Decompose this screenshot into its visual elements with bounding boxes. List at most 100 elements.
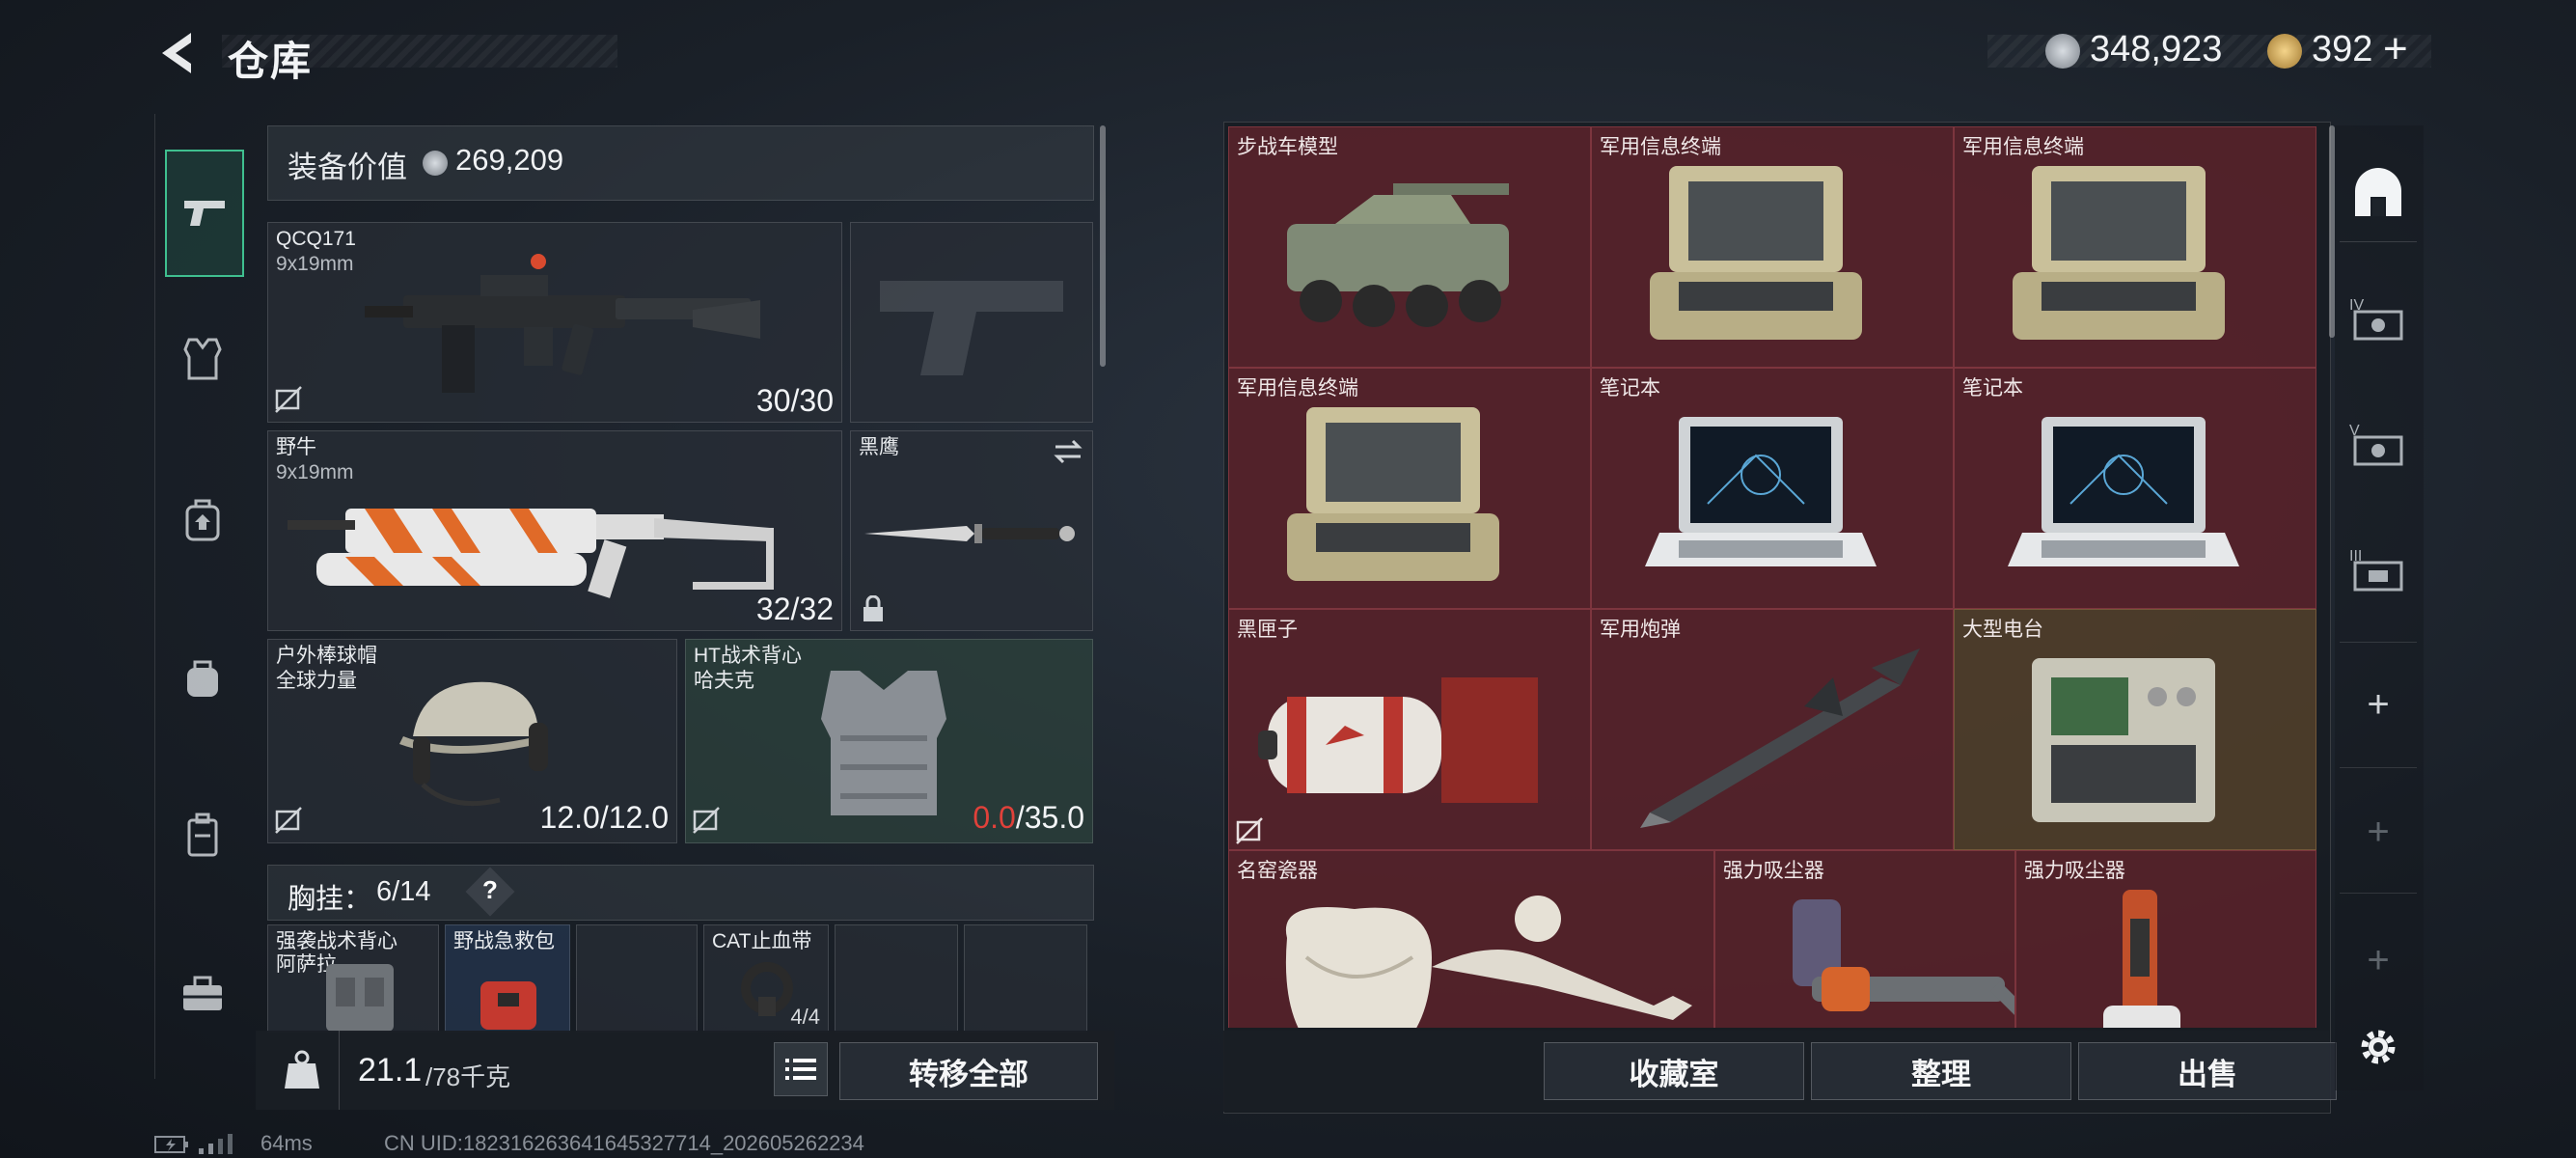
uid-readout: CN UID:1823162636416453277​14_2026052622… (384, 1131, 864, 1155)
back-button[interactable] (154, 27, 203, 79)
stash-tab-iii[interactable]: III (2340, 531, 2417, 608)
stash-item[interactable]: 强力吸尘器 (1713, 850, 2015, 1028)
stash-tab-iv[interactable]: IV (2340, 280, 2417, 357)
stash-item[interactable]: 军用信息终端 (1591, 126, 1954, 368)
ping-readout: 64ms (260, 1131, 313, 1155)
back-arrow-icon (162, 33, 191, 73)
secondary-weapon-slot[interactable]: 野牛 9x19mm 32/32 (267, 430, 842, 631)
loadout-scrollbar[interactable] (1100, 125, 1106, 367)
stash-item[interactable]: 笔记本 (1591, 368, 1954, 609)
equipment-value-bar: 装备价值 269,209 (267, 125, 1094, 201)
no-modification-icon (275, 807, 302, 834)
stash-item[interactable]: 名窑瓷器 (1228, 850, 1714, 1028)
sidebar-item-container[interactable] (154, 786, 251, 883)
stash-item-label: 军用炮弹 (1600, 619, 1681, 641)
swap-icon[interactable] (1052, 437, 1084, 466)
add-stash-tab-button[interactable]: + (2340, 666, 2417, 743)
equipment-value-label: 装备价值 (288, 151, 407, 184)
stash-item[interactable]: 军用炮弹 (1591, 609, 1954, 850)
stash-item[interactable]: 步战车模型 (1228, 126, 1591, 368)
battery-icon (154, 1136, 188, 1153)
coin-icon (423, 151, 448, 176)
weight-current: 21.1 (358, 1052, 423, 1089)
sidebar-item-backpack[interactable] (154, 471, 251, 567)
armor-brand: 哈夫克 (694, 670, 754, 692)
sidebar-item-firearms[interactable] (165, 150, 244, 277)
stash-tab-v[interactable]: V (2340, 405, 2417, 482)
missile-item-image (1611, 639, 1939, 832)
melee-slot[interactable]: 黑鹰 (850, 430, 1093, 631)
stash-item[interactable]: 大型电台 (1954, 609, 2316, 850)
stash-item[interactable]: 强力吸尘器 (2014, 850, 2316, 1028)
helmet-name: 户外棒球帽 (276, 645, 377, 667)
collection-room-button[interactable]: 收藏室 (1544, 1042, 1804, 1100)
armor-slot[interactable]: HT战术背心 哈夫克 0.0/35.0 (685, 639, 1093, 843)
currency-premium: 392 (2312, 29, 2373, 69)
stash-item[interactable]: 笔记本 (1954, 368, 2316, 609)
sort-button[interactable]: 整理 (1811, 1042, 2071, 1100)
lock-icon (863, 595, 883, 621)
smg-weapon-image (365, 254, 760, 393)
armor-name: HT战术背心 (694, 645, 802, 667)
transfer-all-button[interactable]: 转移全部 (839, 1042, 1098, 1100)
tier-iv-case-icon: IV (2349, 297, 2403, 341)
knife-image (864, 524, 1075, 543)
helmet-slot[interactable]: 户外棒球帽 全球力量 12.0/12.0 (267, 639, 677, 843)
weight-icon (285, 1050, 319, 1089)
rig-slot[interactable]: 野战急救包 (445, 924, 570, 1033)
stash-tab-main[interactable] (2340, 154, 2417, 232)
list-view-button[interactable] (774, 1042, 828, 1096)
add-currency-button[interactable]: + (2383, 25, 2408, 73)
stash-item-label: 强力吸尘器 (2023, 860, 2125, 882)
help-button[interactable]: ? (482, 875, 498, 905)
rig-slot[interactable]: CAT止血带 4/4 (703, 924, 829, 1033)
radio-item-image (1974, 639, 2263, 841)
durability-max: /35.0 (1015, 800, 1084, 835)
signal-icon (199, 1134, 233, 1154)
divider (339, 1031, 340, 1110)
rig-slot-empty[interactable] (576, 924, 698, 1033)
primary-weapon-slot[interactable]: QCQ171 9x19mm 30/30 (267, 222, 842, 423)
settings-button[interactable] (2354, 1023, 2402, 1071)
tier-v-case-icon: V (2349, 423, 2403, 466)
add-stash-tab-button[interactable]: + (2340, 922, 2417, 999)
terminal-item-image (1974, 156, 2263, 359)
stash-item-label: 笔记本 (1962, 377, 2023, 400)
list-icon (785, 1059, 816, 1080)
home-icon (2355, 168, 2401, 216)
equipment-value: 269,209 (455, 143, 564, 177)
ifv-item-image (1248, 156, 1557, 349)
chest-rig-bar: 胸挂： 6/14 ? (267, 865, 1094, 921)
sidebar-item-toolbox[interactable] (154, 946, 251, 1042)
weight-max: /78千克 (425, 1062, 511, 1091)
divider (2340, 893, 2417, 894)
stash-item-label: 大型电台 (1962, 619, 2043, 641)
sidearm-slot[interactable] (850, 222, 1093, 423)
laptop-item-image (1974, 398, 2263, 600)
sidebar-item-armor[interactable] (154, 311, 251, 407)
divider (2340, 767, 2417, 768)
durability-current: 12.0 (539, 800, 600, 835)
weapon-caliber: 9x19mm (276, 253, 354, 275)
sell-button[interactable]: 出售 (2078, 1042, 2337, 1100)
rig-slot-empty[interactable] (964, 924, 1087, 1033)
chest-rig-capacity: 6/14 (376, 876, 431, 907)
rig-slot[interactable]: 强袭战术背心 阿萨拉 (267, 924, 439, 1033)
stash-item-label: 步战车模型 (1237, 136, 1338, 158)
tier-iii-case-icon: III (2349, 548, 2403, 592)
rig-slot-empty[interactable] (835, 924, 958, 1033)
stash-item[interactable]: 黑匣子 (1228, 609, 1591, 850)
stash-item-label: 军用信息终端 (1237, 377, 1358, 400)
armor-vest-icon (183, 338, 222, 380)
ammo-count: 32/32 (755, 592, 834, 626)
currency-coin: 348,923 (2090, 29, 2223, 69)
vacuum2-item-image (2036, 880, 2229, 1028)
add-stash-tab-button[interactable]: + (2340, 793, 2417, 870)
chest-rig-label: 胸挂： (288, 884, 372, 915)
rig-item-name: 野战急救包 (453, 930, 555, 952)
ammo-count: 30/30 (755, 383, 834, 418)
stash-item[interactable]: 军用信息终端 (1228, 368, 1591, 609)
rig-item-name: CAT止血带 (712, 930, 812, 952)
stash-item[interactable]: 军用信息终端 (1954, 126, 2316, 368)
sidebar-item-bag[interactable] (154, 629, 251, 726)
